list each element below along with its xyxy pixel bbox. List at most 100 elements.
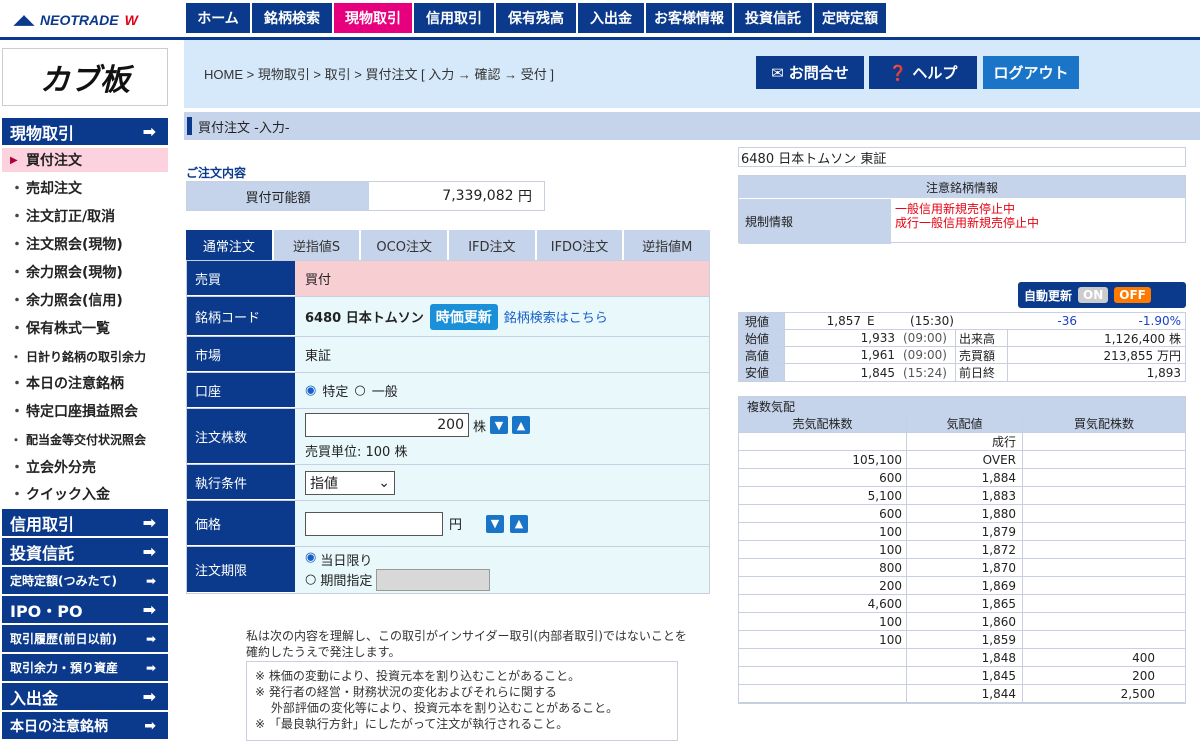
triangle-right-icon: ▶ bbox=[10, 154, 18, 166]
price-up-icon[interactable]: ▲ bbox=[510, 514, 529, 533]
sidebar-item-caution[interactable]: ・本日の注意銘柄 bbox=[2, 371, 168, 395]
exec-value: 指値 bbox=[310, 475, 338, 492]
qty-down-icon[interactable]: ▼ bbox=[490, 416, 509, 434]
sidebar-item-quick-deposit[interactable]: ・クイック入金 bbox=[2, 482, 168, 506]
logo-text: NEOTRADE bbox=[40, 12, 119, 28]
tab-oco[interactable]: OCO注文 bbox=[361, 230, 448, 260]
quote-current-time: (15:30) bbox=[910, 314, 954, 328]
top-nav-holdings[interactable]: 保有残高 bbox=[496, 3, 576, 33]
price-down-icon[interactable]: ▼ bbox=[486, 514, 505, 533]
price-input[interactable] bbox=[305, 511, 443, 536]
available-value-wrap: 7,339,082 円 bbox=[369, 182, 544, 210]
top-nav-home[interactable]: ホーム bbox=[186, 3, 250, 33]
quote-label: 高値 bbox=[739, 347, 785, 363]
order-book-row: 1,845 200 bbox=[739, 667, 1185, 685]
sidebar-section-deposit[interactable]: 入出金 ➡ bbox=[2, 683, 168, 711]
dot-icon: ・ bbox=[10, 181, 24, 197]
tab-ifdo[interactable]: IFDO注文 bbox=[536, 230, 623, 260]
ask-qty-cell: 600 bbox=[739, 505, 907, 522]
sidebar-section-periodic[interactable]: 定時定額(つみたて) ➡ bbox=[2, 567, 168, 595]
top-nav-search[interactable]: 銘柄検索 bbox=[252, 3, 332, 33]
sidebar-item-dividend[interactable]: ・配当金等交付状況照会 bbox=[2, 427, 168, 451]
auto-update-toggle[interactable]: 自動更新 ON OFF bbox=[1018, 282, 1186, 308]
sidebar-item-buying-power-margin[interactable]: ・余力照会(信用) bbox=[2, 288, 168, 312]
sidebar-item-buy[interactable]: ▶ 買付注文 bbox=[2, 148, 168, 172]
order-book-title: 複数気配 bbox=[739, 397, 1185, 415]
period-date-input[interactable] bbox=[376, 568, 491, 591]
auto-update-on[interactable]: ON bbox=[1078, 287, 1109, 303]
top-nav-deposit[interactable]: 入出金 bbox=[578, 3, 644, 33]
radio-selected-icon[interactable]: ◉ bbox=[305, 383, 316, 398]
price-cell: 1,879 bbox=[907, 523, 1023, 540]
account-opt-tokutei: 特定 bbox=[322, 385, 349, 400]
neotrade-logo[interactable]: ◢◣ NEOTRADE W bbox=[14, 10, 174, 30]
top-nav-customer[interactable]: お客様情報 bbox=[646, 3, 732, 33]
form-row-code: 銘柄コード 6480 日本トムソン 時価更新 銘柄検索はこちら bbox=[187, 297, 709, 337]
order-form: 売買 買付 銘柄コード 6480 日本トムソン 時価更新 銘柄検索はこちら 市場… bbox=[186, 260, 710, 594]
sidebar-section-caution[interactable]: 本日の注意銘柄 ➡ bbox=[2, 712, 168, 740]
help-button[interactable]: ❓ ヘルプ bbox=[869, 56, 977, 89]
price-cell: OVER bbox=[907, 451, 1023, 468]
auto-update-off[interactable]: OFF bbox=[1114, 287, 1151, 303]
order-book-row: 105,100 OVER bbox=[739, 451, 1185, 469]
sidebar-item-sell[interactable]: ・売却注文 bbox=[2, 176, 168, 200]
mail-icon: ✉ bbox=[771, 63, 784, 82]
sidebar-item-label: 配当金等交付状況照会 bbox=[26, 432, 147, 447]
sidebar-item-offfloor[interactable]: ・立会外分売 bbox=[2, 455, 168, 479]
top-nav-margin[interactable]: 信用取引 bbox=[414, 3, 494, 33]
sidebar-section-ipo[interactable]: IPO・PO ➡ bbox=[2, 596, 168, 624]
risk-note: 外部評価の変化等により、投資元本を割り込むことがあること。 bbox=[255, 701, 619, 715]
exec-select[interactable]: 指値 ⌄ bbox=[305, 470, 395, 495]
sidebar-item-holdings[interactable]: ・保有株式一覧 bbox=[2, 316, 168, 340]
breadcrumb: HOME > 現物取引 > 取引 > 買付注文 [ 入力 → 確認 → 受付 ] bbox=[204, 67, 554, 82]
price-cell: 1,883 bbox=[907, 487, 1023, 504]
contact-button[interactable]: ✉ お問合せ bbox=[756, 56, 864, 89]
order-book-header: 売気配株数 気配値 買気配株数 bbox=[739, 415, 1185, 433]
qty-unit: 株 bbox=[473, 419, 487, 435]
radio-empty-icon[interactable]: ○ bbox=[305, 572, 316, 587]
kabuita-banner[interactable]: カブ板 bbox=[2, 48, 168, 106]
order-book-row: 100 1,872 bbox=[739, 541, 1185, 559]
sidebar-section-margin[interactable]: 信用取引 ➡ bbox=[2, 509, 168, 537]
sidebar-item-tokutei[interactable]: ・特定口座損益照会 bbox=[2, 399, 168, 423]
top-nav-fund[interactable]: 投資信託 bbox=[734, 3, 812, 33]
sidebar-section-spot[interactable]: 現物取引 ➡ bbox=[2, 118, 168, 146]
available-value: 7,339,082 bbox=[442, 188, 514, 204]
logout-button[interactable]: ログアウト bbox=[983, 56, 1079, 89]
sidebar-section-fund[interactable]: 投資信託 ➡ bbox=[2, 538, 168, 566]
tab-normal[interactable]: 通常注文 bbox=[186, 230, 272, 260]
order-type-tabs: 通常注文 逆指値S OCO注文 IFD注文 IFDO注文 逆指値M bbox=[186, 230, 711, 260]
quote-time: (09:00) bbox=[903, 348, 947, 362]
quote-row: 始値 1,933 (09:00) 出来高 1,126,400 株 bbox=[739, 330, 1185, 347]
sidebar-section-assets[interactable]: 取引余力・預り資産 ➡ bbox=[2, 654, 168, 682]
refresh-price-button[interactable]: 時価更新 bbox=[429, 303, 498, 330]
qty-input[interactable]: 200 bbox=[305, 413, 469, 437]
arrow-right-icon: ➡ bbox=[142, 122, 156, 141]
quote-label: 始値 bbox=[739, 330, 785, 346]
bid-qty-cell bbox=[1023, 505, 1185, 522]
order-book-row: 600 1,884 bbox=[739, 469, 1185, 487]
sidebar-section-history[interactable]: 取引履歴(前日以前) ➡ bbox=[2, 625, 168, 653]
sidebar-item-buying-power-spot[interactable]: ・余力照会(現物) bbox=[2, 260, 168, 284]
tab-stop-m[interactable]: 逆指値M bbox=[624, 230, 711, 260]
top-nav-periodic[interactable]: 定時定額 bbox=[814, 3, 886, 33]
code-label: 銘柄コード bbox=[187, 297, 295, 336]
form-row-qty: 注文株数 200 株 ▼ ▲ 売買単位: 100 株 bbox=[187, 409, 709, 465]
radio-selected-icon[interactable]: ◉ bbox=[305, 550, 316, 569]
period-opt1-row: ◉ 当日限り bbox=[305, 550, 372, 569]
ask-qty-cell: 200 bbox=[739, 577, 907, 594]
qty-up-icon[interactable]: ▲ bbox=[512, 416, 531, 434]
ask-qty-cell: 800 bbox=[739, 559, 907, 576]
sidebar-item-daytrade[interactable]: ・日計り銘柄の取引余力 bbox=[2, 344, 168, 368]
form-row-market: 市場 東証 bbox=[187, 337, 709, 373]
sidebar-item-modify[interactable]: ・注文訂正/取消 bbox=[2, 204, 168, 228]
sidebar-item-order-inquiry[interactable]: ・注文照会(現物) bbox=[2, 232, 168, 256]
top-nav: ホーム 銘柄検索 現物取引 信用取引 保有残高 入出金 お客様情報 投資信託 定… bbox=[186, 3, 886, 33]
symbol-search-link[interactable]: 銘柄検索はこちら bbox=[504, 307, 608, 326]
tab-ifd[interactable]: IFD注文 bbox=[449, 230, 535, 260]
radio-empty-icon[interactable]: ○ bbox=[354, 383, 365, 398]
sidebar-section-label: IPO・PO bbox=[10, 601, 83, 621]
tab-stop-s[interactable]: 逆指値S bbox=[273, 230, 360, 260]
order-book-row: 5,100 1,883 bbox=[739, 487, 1185, 505]
top-nav-spot[interactable]: 現物取引 bbox=[334, 3, 412, 33]
